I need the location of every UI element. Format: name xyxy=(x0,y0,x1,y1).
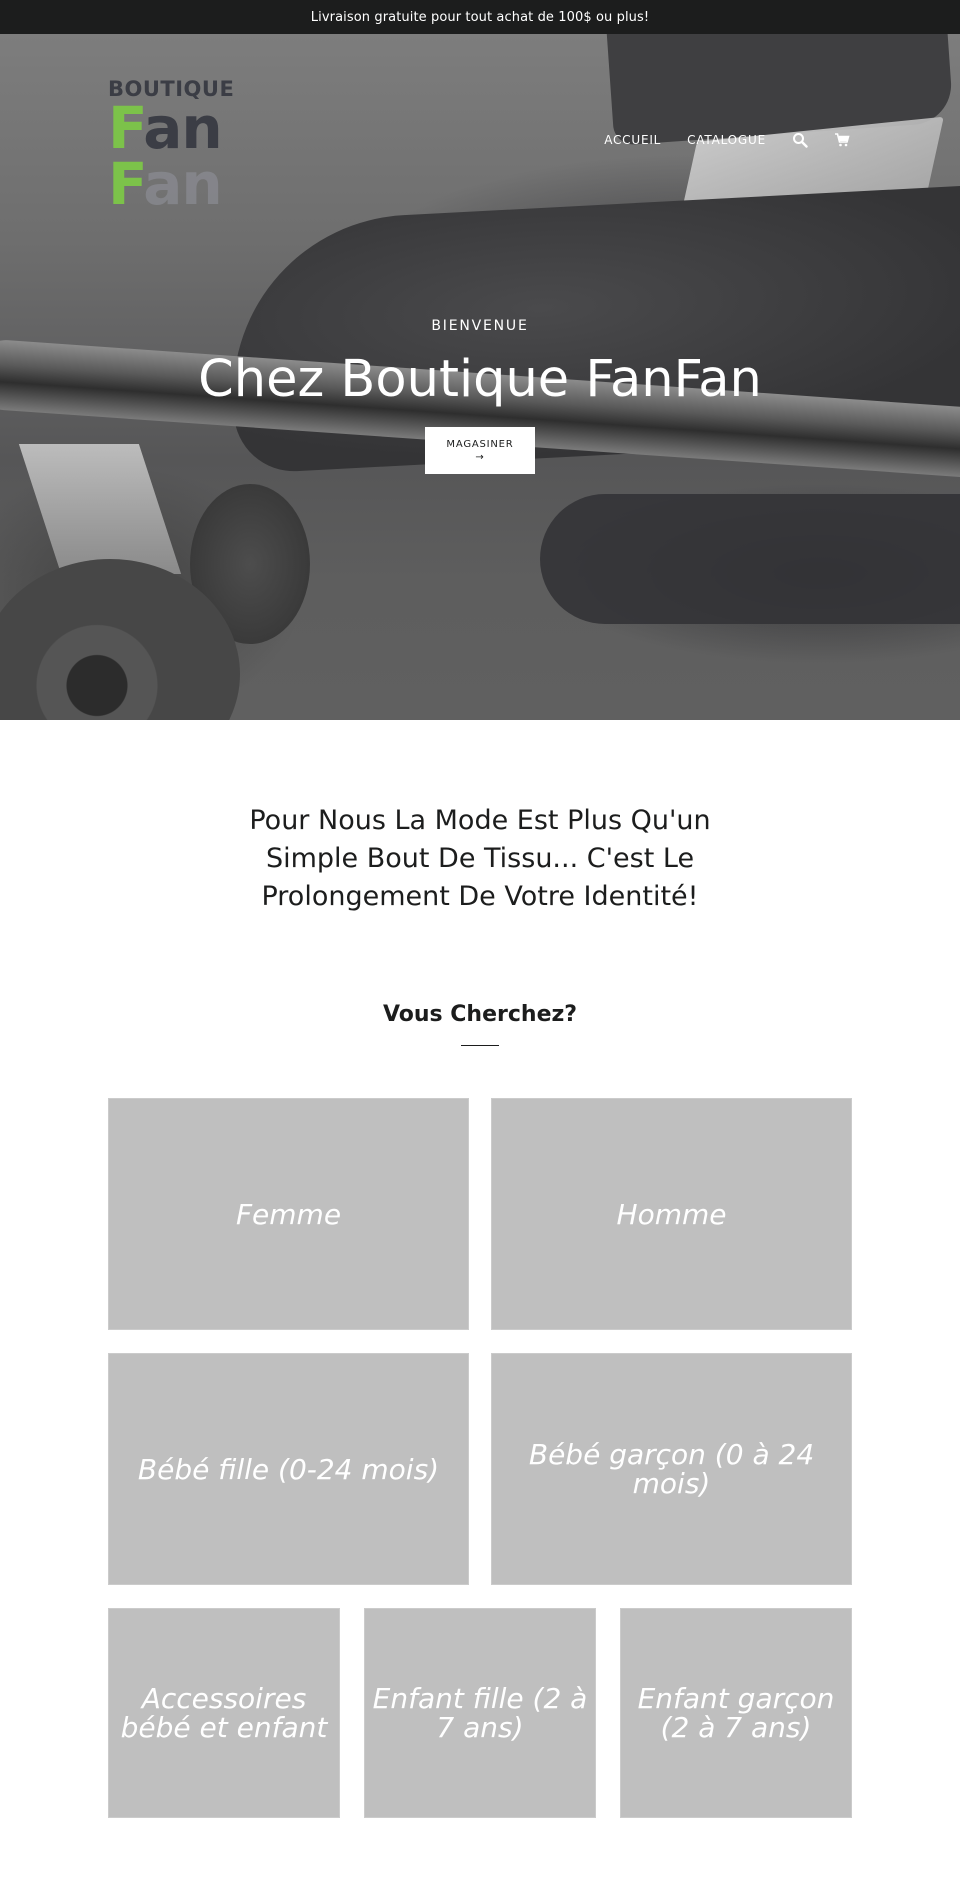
search-icon[interactable] xyxy=(792,132,808,148)
logo-line-fan-1: Fan xyxy=(108,99,248,157)
collection-tile-enfant-fille[interactable]: Enfant fille (2 à 7 ans) xyxy=(364,1608,596,1818)
collections-heading: Vous Cherchez? xyxy=(382,1002,578,1027)
hero-kicker: BIENVENUE xyxy=(431,318,529,334)
logo-line-fan-2: Fan xyxy=(108,155,248,213)
hero-slideshow: BOUTIQUE Fan Fan ACCUEIL CATALOGUE BIENV… xyxy=(0,34,960,720)
shop-now-label: MAGASINER xyxy=(446,439,514,450)
main-nav: ACCUEIL CATALOGUE xyxy=(604,132,850,148)
hero-caption: BIENVENUE Chez Boutique FanFan MAGASINER… xyxy=(0,318,960,474)
logo-letter-f: F xyxy=(108,150,144,218)
collection-tile-bebe-garcon[interactable]: Bébé garçon (0 à 24 mois) xyxy=(491,1353,852,1585)
logo-letters-an: an xyxy=(143,150,222,218)
announcement-bar: Livraison gratuite pour tout achat de 10… xyxy=(0,0,960,34)
collection-row: Accessoires bébé et enfant Enfant fille … xyxy=(108,1608,852,1818)
collection-row: Bébé fille (0-24 mois) Bébé garçon (0 à … xyxy=(108,1353,852,1585)
collection-tile-femme[interactable]: Femme xyxy=(108,1098,469,1330)
hero-image-shadow xyxy=(540,494,960,624)
collection-row: Femme Homme xyxy=(108,1098,852,1330)
page-bottom-space xyxy=(0,1818,960,1882)
nav-accueil[interactable]: ACCUEIL xyxy=(604,133,661,147)
collection-tile-accessoires[interactable]: Accessoires bébé et enfant xyxy=(108,1608,340,1818)
collection-tile-homme[interactable]: Homme xyxy=(491,1098,852,1330)
collection-tile-enfant-garcon[interactable]: Enfant garçon (2 à 7 ans) xyxy=(620,1608,852,1818)
hero-title: Chez Boutique FanFan xyxy=(198,350,762,409)
announcement-text: Livraison gratuite pour tout achat de 10… xyxy=(310,9,650,25)
site-logo[interactable]: BOUTIQUE Fan Fan xyxy=(108,78,248,213)
brand-tagline: Pour Nous La Mode Est Plus Qu'un Simple … xyxy=(249,805,711,912)
section-divider xyxy=(461,1045,499,1046)
nav-catalogue[interactable]: CATALOGUE xyxy=(687,133,766,147)
collection-grid: Femme Homme Bébé fille (0-24 mois) Bébé … xyxy=(108,1098,852,1818)
collection-tile-bebe-fille[interactable]: Bébé fille (0-24 mois) xyxy=(108,1353,469,1585)
arrow-right-icon: → xyxy=(475,452,485,463)
cart-icon[interactable] xyxy=(834,132,850,148)
shop-now-button[interactable]: MAGASINER → xyxy=(425,427,535,474)
